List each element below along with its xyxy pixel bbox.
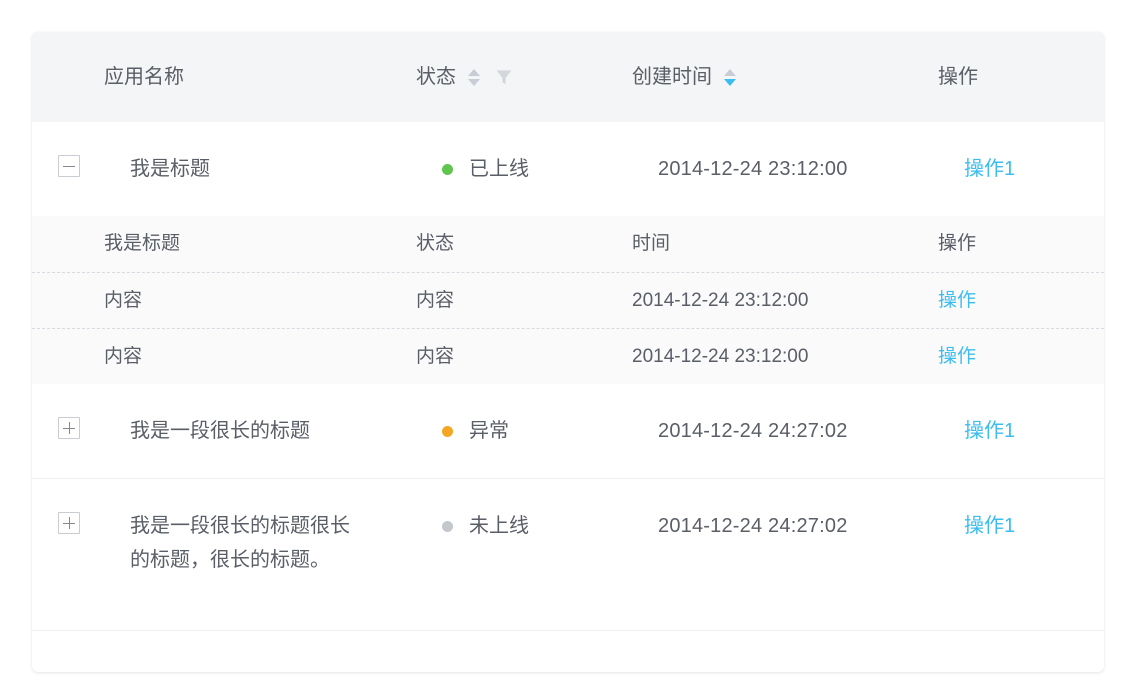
subtable-cell-action: 操作 [938,286,1104,316]
cell-action: 操作1 [964,509,1104,543]
sort-caret-icon-created[interactable] [724,66,736,88]
cell-name: 我是标题 [130,158,210,180]
cell-action: 操作1 [964,414,1104,448]
subtable-header-status: 状态 [416,233,455,254]
square-minus-icon[interactable] [58,155,80,177]
row-action-link[interactable]: 操作1 [964,158,1015,180]
subtable-cell-name: 内容 [104,345,143,367]
table-row[interactable]: 我是标题 已上线 2014-12-24 23:12:00 操作1 [32,122,1104,216]
square-plus-icon[interactable] [58,417,80,439]
cell-action: 操作1 [964,152,1104,186]
status-dot-icon [442,520,453,532]
status-dot-icon [442,163,453,175]
subtable-header-created: 时间 [632,233,671,254]
subtable-cell-status: 内容 [416,289,455,311]
subtable-header-action: 操作 [938,233,977,254]
cell-created: 2014-12-24 24:27:02 [658,420,848,442]
caret-up-icon [724,68,736,76]
header-cell-action: 操作 [938,67,1104,87]
header-cell-created: 创建时间 [632,66,938,88]
row-action-link[interactable]: 操作1 [964,420,1015,442]
row-toggle-cell [32,414,130,439]
caret-down-icon [468,78,480,86]
row-toggle-cell [32,152,130,177]
cell-name: 我是一段很长的标题 [130,420,310,442]
cell-created: 2014-12-24 23:12:00 [658,158,848,180]
table-row[interactable]: 我是一段很长的标题 异常 2014-12-24 24:27:02 操作1 [32,384,1104,479]
header-cell-status: 状态 [416,66,632,88]
cell-created: 2014-12-24 24:27:02 [658,515,848,537]
row-toggle-cell [32,509,130,534]
status-label: 已上线 [469,158,529,180]
nested-subtable: 我是标题 状态 时间 操作 内容 内容 2014-12-24 23:12:00 … [32,216,1104,384]
subtable-header-name: 我是标题 [104,233,181,254]
caret-down-icon-active [724,78,736,86]
subtable-cell-status: 内容 [416,345,455,367]
cell-status: 已上线 [442,152,658,186]
header-label-name: 应用名称 [104,66,184,88]
subtable-cell-created: 2014-12-24 23:12:00 [632,345,809,367]
header-label-created: 创建时间 [632,66,712,88]
subtable-cell-action: 操作 [938,342,1104,372]
status-label: 未上线 [469,515,529,537]
table-header-row: 应用名称 状态 创建时间 操作 [32,32,1104,122]
sort-caret-icon-status[interactable] [468,66,480,88]
subtable-action-link[interactable]: 操作 [938,290,976,311]
status-label: 异常 [469,420,509,442]
header-label-status: 状态 [416,66,456,88]
caret-up-icon [468,68,480,76]
header-cell-name: 应用名称 [104,67,416,87]
subtable-cell-name: 内容 [104,289,143,311]
subtable-cell-created: 2014-12-24 23:12:00 [632,289,809,311]
data-table-card: 应用名称 状态 创建时间 操作 我是标题 已上线 2014-12-24 23:1… [32,32,1104,672]
cell-status: 异常 [442,414,658,448]
funnel-filter-icon[interactable] [494,67,514,87]
cell-name: 我是一段很长的标题很长的标题，很长的标题。 [130,515,350,571]
subtable-header-row: 我是标题 状态 时间 操作 [32,216,1104,272]
table-row[interactable]: 我是一段很长的标题很长的标题，很长的标题。 未上线 2014-12-24 24:… [32,479,1104,631]
cell-status: 未上线 [442,509,658,543]
subtable-row[interactable]: 内容 内容 2014-12-24 23:12:00 操作 [32,272,1104,328]
subtable-action-link[interactable]: 操作 [938,346,976,367]
header-label-action: 操作 [938,66,978,88]
subtable-row[interactable]: 内容 内容 2014-12-24 23:12:00 操作 [32,328,1104,384]
row-action-link[interactable]: 操作1 [964,515,1015,537]
status-dot-icon [442,425,453,437]
square-plus-icon[interactable] [58,512,80,534]
